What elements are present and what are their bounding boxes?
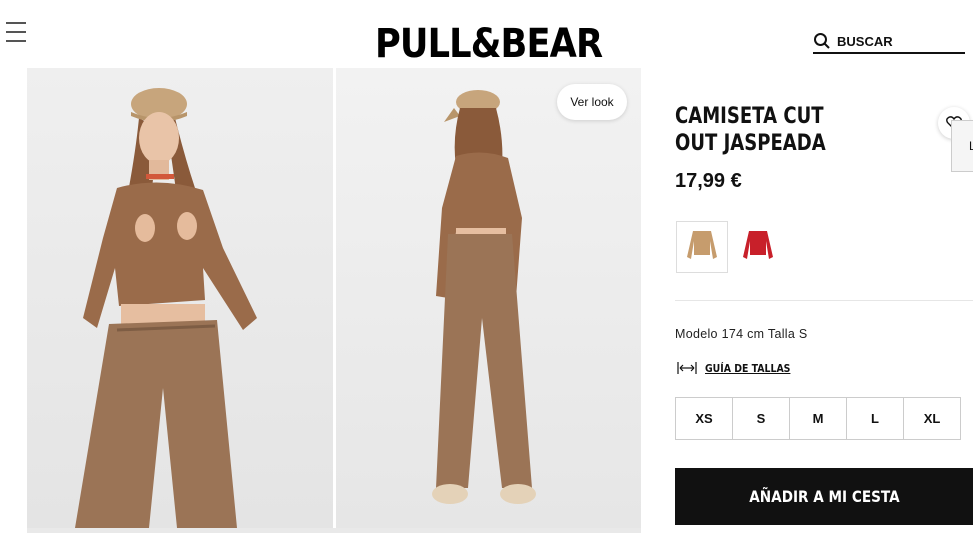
size-option-m[interactable]: M	[789, 397, 847, 440]
brand-logo[interactable]: PULL&BEAR	[375, 20, 604, 68]
add-to-cart-button[interactable]: AÑADIR A MI CESTA	[675, 468, 973, 525]
back-view-photo[interactable]	[336, 68, 641, 528]
size-guide-link[interactable]: GUÍA DE TALLAS	[677, 360, 806, 376]
ver-look-button[interactable]: Ver look	[557, 84, 627, 120]
menu-icon[interactable]	[6, 22, 26, 44]
product-title: CAMISETA CUT OUT JASPEADA	[675, 104, 826, 156]
size-option-xs[interactable]: XS	[675, 397, 733, 440]
product-price: 17,99 €	[675, 170, 742, 192]
search-bar[interactable]	[813, 30, 965, 54]
add-to-cart-label: AÑADIR A MI CESTA	[748, 487, 900, 506]
ruler-arrows-icon	[677, 362, 697, 374]
gallery-bottom-edge	[27, 528, 641, 533]
divider	[675, 300, 973, 301]
search-icon[interactable]	[813, 32, 831, 50]
size-option-xl[interactable]: XL	[903, 397, 961, 440]
color-swatch-red[interactable]	[732, 221, 784, 273]
size-selector[interactable]: XS S M L XL	[675, 397, 961, 440]
size-option-l[interactable]: L	[846, 397, 904, 440]
search-input[interactable]	[837, 33, 957, 49]
size-option-s[interactable]: S	[732, 397, 790, 440]
front-view-photo[interactable]	[27, 68, 333, 528]
color-swatch-brown[interactable]	[676, 221, 728, 273]
size-guide-label: GUÍA DE TALLAS	[705, 361, 791, 375]
side-panel-tab[interactable]: L	[951, 120, 973, 172]
model-size-info: Modelo 174 cm Talla S	[675, 327, 808, 341]
